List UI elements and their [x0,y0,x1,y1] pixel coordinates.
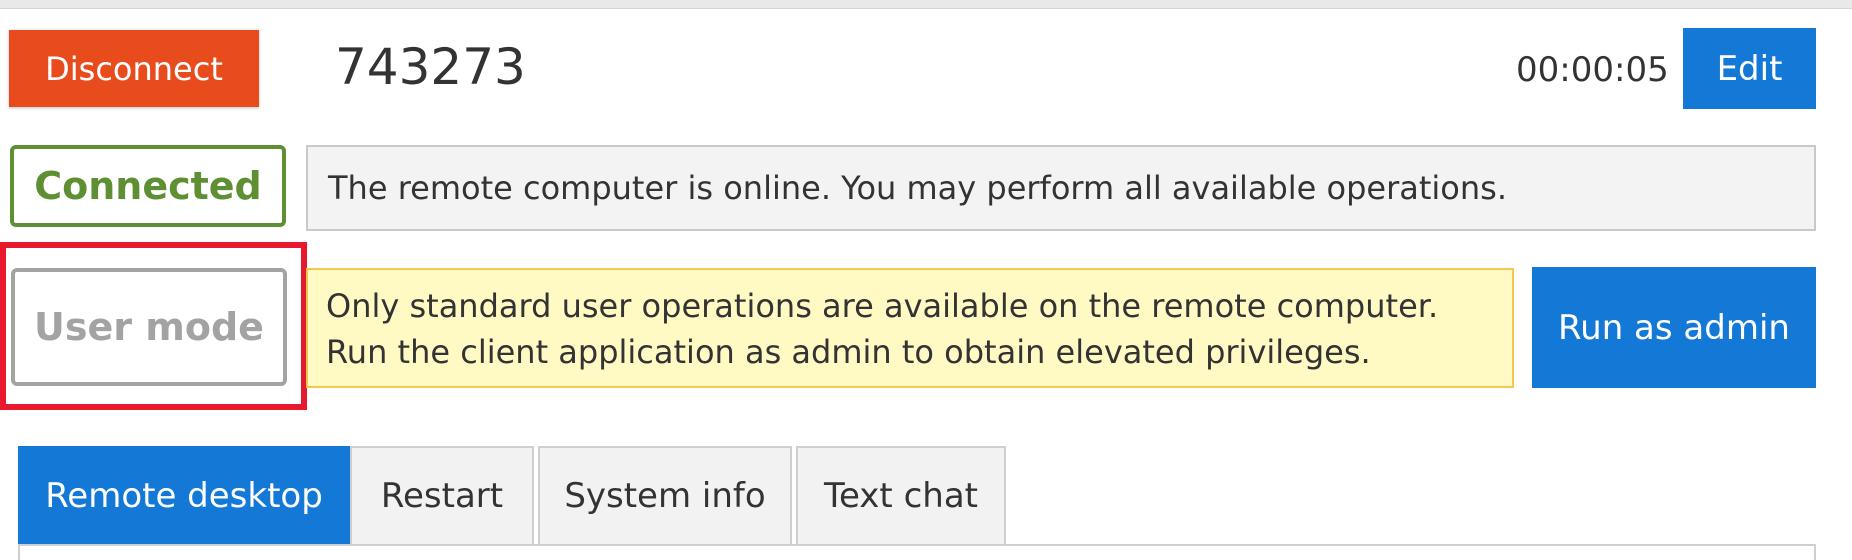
connection-status-message: The remote computer is online. You may p… [306,145,1816,231]
disconnect-button[interactable]: Disconnect [9,30,259,107]
edit-button[interactable]: Edit [1683,28,1816,109]
run-as-admin-button[interactable]: Run as admin [1532,267,1816,388]
tab-text-chat[interactable]: Text chat [796,446,1006,546]
window-top-edge [0,0,1852,9]
tab-panel [18,544,1816,560]
connected-status-badge: Connected [10,145,286,227]
session-id: 743273 [335,38,526,96]
session-timer: 00:00:05 [1516,50,1669,90]
user-mode-warning-message: Only standard user operations are availa… [306,268,1514,388]
tab-system-info[interactable]: System info [538,446,792,546]
highlight-frame [0,242,307,410]
tab-remote-desktop[interactable]: Remote desktop [18,446,350,546]
tab-restart[interactable]: Restart [350,446,534,546]
